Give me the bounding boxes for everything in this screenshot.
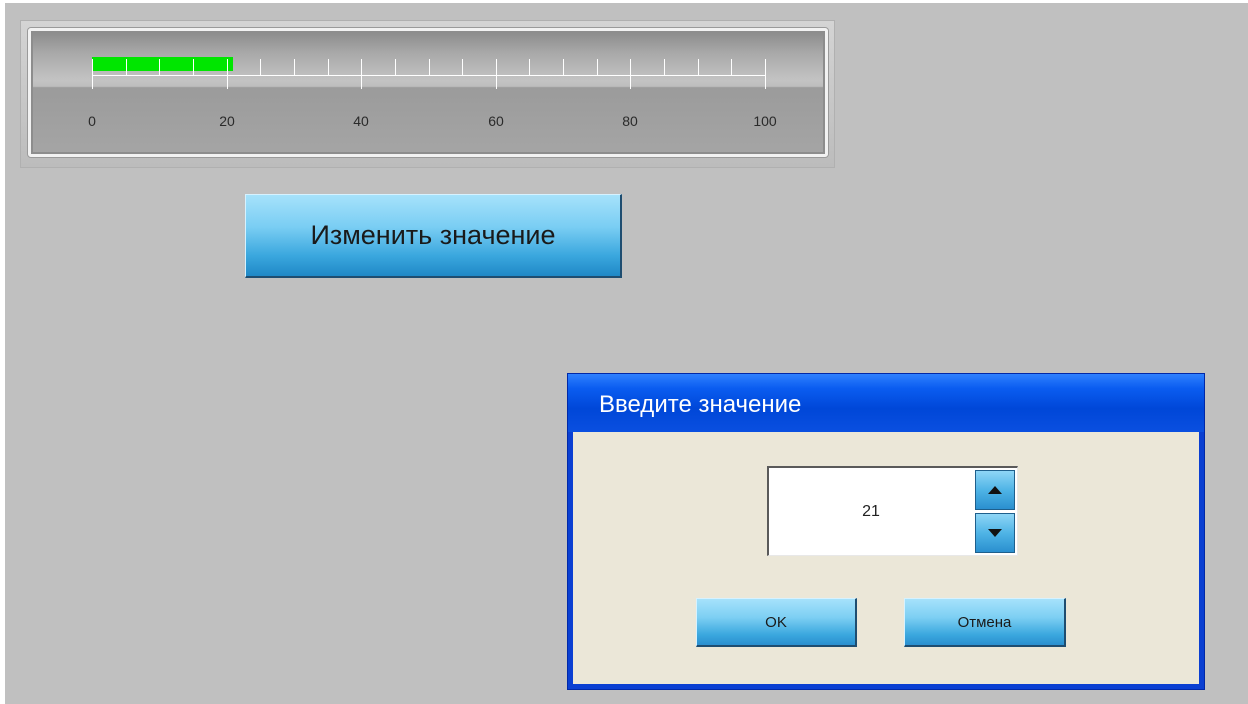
minor-tick — [462, 59, 463, 75]
ok-button[interactable]: OK — [696, 598, 857, 647]
gauge-fill-bar — [92, 57, 234, 71]
major-tick — [92, 59, 93, 89]
triangle-up-icon — [988, 486, 1002, 494]
change-value-button[interactable]: Изменить значение — [245, 194, 622, 278]
input-dialog: Введите значение 21 OK Отмена — [567, 373, 1205, 690]
value-spinner: 21 — [767, 466, 1018, 556]
minor-tick — [260, 59, 261, 75]
major-tick — [630, 59, 631, 89]
minor-tick — [193, 59, 194, 75]
minor-tick — [563, 59, 564, 75]
tick-label: 60 — [488, 113, 504, 129]
minor-tick — [529, 59, 530, 75]
dialog-body: 21 OK Отмена — [573, 432, 1199, 684]
spin-up-button[interactable] — [975, 470, 1015, 510]
top-edge — [0, 0, 1248, 3]
tick-label: 80 — [622, 113, 638, 129]
major-tick — [765, 59, 766, 89]
minor-tick — [395, 59, 396, 75]
spinner-value-field[interactable]: 21 — [769, 468, 973, 556]
left-edge — [0, 0, 5, 704]
tick-label: 20 — [219, 113, 235, 129]
minor-tick — [664, 59, 665, 75]
minor-tick — [126, 59, 127, 75]
minor-tick — [328, 59, 329, 75]
major-tick — [361, 59, 362, 89]
spin-down-button[interactable] — [975, 513, 1015, 553]
gauge-baseline — [92, 75, 765, 76]
triangle-down-icon — [988, 529, 1002, 537]
minor-tick — [597, 59, 598, 75]
gauge-face — [28, 28, 828, 157]
minor-tick — [159, 59, 160, 75]
cancel-button[interactable]: Отмена — [904, 598, 1066, 647]
tick-label: 100 — [753, 113, 777, 129]
minor-tick — [294, 59, 295, 75]
major-tick — [227, 59, 228, 89]
tick-label: 0 — [88, 113, 96, 129]
dialog-title: Введите значение — [568, 374, 1204, 432]
minor-tick — [429, 59, 430, 75]
major-tick — [496, 59, 497, 89]
minor-tick — [698, 59, 699, 75]
tick-label: 40 — [353, 113, 369, 129]
minor-tick — [731, 59, 732, 75]
